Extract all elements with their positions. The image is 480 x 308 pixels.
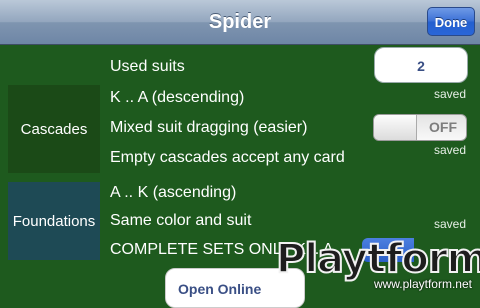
empty-cascades-label: Empty cascades accept any card: [110, 149, 345, 166]
foundations-order-label: A .. K (ascending): [110, 184, 237, 201]
cascades-order-label: K .. A (descending): [110, 89, 245, 106]
cascades-section-label: Cascades: [8, 85, 100, 173]
done-button[interactable]: Done: [427, 7, 475, 36]
watermark-logo: Playtform: [275, 235, 480, 283]
toggle-state-text: OFF: [429, 119, 457, 135]
mixed-suit-saved-status: saved: [433, 143, 466, 157]
mixed-suit-dragging-label: Mixed suit dragging (easier): [110, 119, 308, 136]
navigation-bar: Spider Done: [0, 0, 480, 45]
mixed-suit-dragging-toggle[interactable]: OFF: [373, 114, 467, 141]
page-title: Spider: [208, 11, 272, 33]
used-suits-label: Used suits: [110, 58, 185, 75]
used-suits-field[interactable]: 2: [374, 47, 468, 83]
foundations-section-label: Foundations: [8, 182, 100, 260]
same-color-saved-status: saved: [433, 217, 466, 231]
watermark-url: www.playtform.net: [373, 277, 472, 291]
used-suits-saved-status: saved: [433, 87, 466, 101]
same-color-suit-label: Same color and suit: [110, 212, 252, 229]
toggle-knob: [374, 115, 417, 140]
